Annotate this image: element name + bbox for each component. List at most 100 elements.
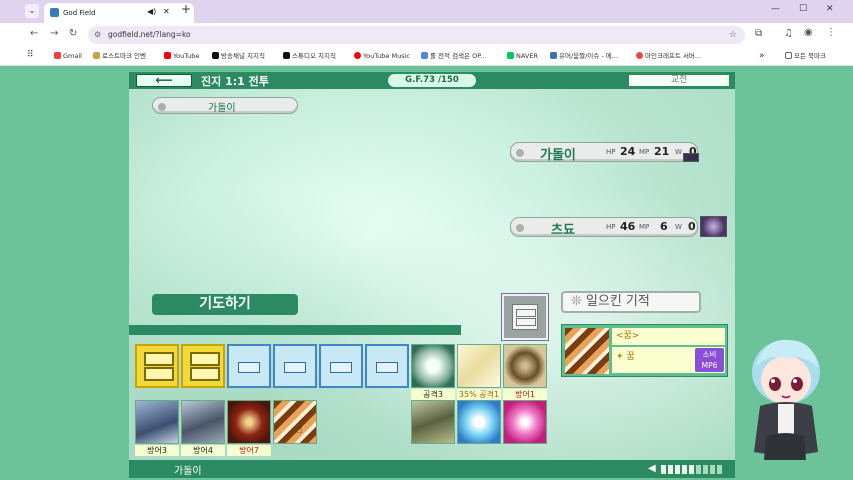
opponent-avatar-2 [700,216,727,237]
my-player-name: 가돌이 [208,103,236,114]
extensions-icon[interactable]: ⧉ [755,28,762,39]
hand-card-defense4[interactable] [181,400,225,444]
volume-bar-segment[interactable] [717,465,722,474]
back-arrow-button[interactable]: ⟵ [136,74,192,87]
minimize-button[interactable]: — [771,4,780,14]
bookmark-chzzk-studio[interactable]: 스튜디오 치지직 [283,51,336,61]
all-bookmarks-folder[interactable]: 모든 북마크 [785,51,826,61]
opponent-name: 츠됴 [551,223,575,238]
bookmark-label: YouTube [173,52,200,60]
volume-bar-segment[interactable] [668,465,673,474]
my-player-pill: 가돌이 [152,97,298,114]
site-info-icon[interactable]: ⚙ [94,26,101,44]
hand-card-defense7[interactable] [227,400,271,444]
hp-label: HP [606,223,616,231]
volume-bar-segment[interactable] [689,465,694,474]
hand-slot-empty[interactable] [227,344,271,388]
more-bookmarks-icon[interactable]: » [759,51,765,61]
card-type-icon: ✦ [616,352,627,362]
hp-value: 24 [620,145,636,158]
profile-avatar[interactable]: ◉ [804,27,813,38]
mp-cost-badge: 소비 MP6 [695,348,724,372]
hand-card-miracle-3[interactable] [503,400,547,444]
volume-bar-segment[interactable] [661,465,666,474]
hand-card-attack3[interactable] [411,344,455,388]
hand-slot-empty[interactable] [273,344,317,388]
cursor-hand-icon: ☝ [296,423,303,436]
deck-icon [512,304,538,330]
bookmark-label: 마인크래프트 서버... [645,52,702,60]
bookmark-label: 방송채널 치지직 [221,52,265,60]
new-tab-button[interactable]: + [181,2,191,16]
mp-label: MP [639,148,650,156]
volume-bar-segment[interactable] [696,465,701,474]
hand-card-2[interactable] [181,344,225,388]
close-window-button[interactable]: ✕ [826,4,834,14]
hand-slot-empty[interactable] [319,344,363,388]
bookmark-youtube-music[interactable]: YouTube Music [354,51,410,61]
hand-card-dream[interactable]: ☝ [273,400,317,444]
omnibox[interactable]: ⚙ godfield.net/?lang=ko ☆ [88,26,745,44]
volume-bar-segment[interactable] [703,465,708,474]
bookmark-naver[interactable]: NAVER [507,51,538,61]
opponent-name: 가돌이 [540,148,576,163]
media-icon[interactable]: ♫ [784,28,793,39]
hand-slot-empty[interactable] [365,344,409,388]
card-label: 공격3 [411,389,455,400]
cost-label: 소비 [702,350,717,359]
status-dot-icon [516,224,524,232]
bookmark-opgg[interactable]: 롤 전적 검색은 OP... [421,51,486,61]
volume-bar-segment[interactable] [710,465,715,474]
hand-card-miracle-2[interactable] [457,400,501,444]
bookmark-youtube[interactable]: YouTube [164,51,199,61]
card-label: 방어3 [135,445,179,456]
game-top-bar: ⟵ 진지 1:1 전투 G.F.73 /150 교전 [129,72,735,89]
apps-icon[interactable]: ⠿ [27,50,34,60]
bookmark-label: 로스트마크 인벤 [102,52,146,60]
card-label: 방어4 [181,445,225,456]
volume-bar-segment[interactable] [675,465,680,474]
hand-card-miracle-1[interactable] [411,400,455,444]
bookmark-lostark[interactable]: 로스트마크 인벤 [93,51,146,61]
mp-value: 21 [654,145,670,158]
sparkle-icon: ❊ [571,294,582,309]
miracle-label: 일으킨 기적 [585,294,650,309]
w-label: W [675,148,682,156]
selected-card-title: <꿈> [612,328,725,345]
bookmark-minecraft[interactable]: 마인크래프트 서버... [636,51,701,61]
bookmark-label: Gmail [63,52,82,60]
forward-icon[interactable]: → [50,28,58,39]
miracle-box: ❊ 일으킨 기적 [561,291,701,313]
trade-button[interactable]: 교전 [628,74,730,87]
opponent-pill-2[interactable]: 츠됴 HP 46 MP 6 W 0 [510,217,698,238]
address-bar-row: ← → ↻ ⚙ godfield.net/?lang=ko ☆ ⧉ ♫ ◉ ⋮ [0,23,853,46]
streamer-mascot-avatar [752,339,820,460]
bookmark-label: 모든 북마크 [794,52,826,60]
deck-button[interactable] [502,294,548,340]
hand-card-1[interactable] [135,344,179,388]
back-icon[interactable]: ← [30,28,38,39]
bookmarks-bar: ⠿ Gmail 로스트마크 인벤 YouTube 방송채널 치지직 스튜디오 치… [0,46,853,66]
tab-search-button[interactable]: ⌄ [25,4,39,18]
card-label: 방어1 [503,389,547,400]
bookmark-label: 유머/움짤/이슈 - 에... [559,52,618,60]
bookmark-chzzk-channel[interactable]: 방송채널 치지직 [212,51,265,61]
hand-card-defense3[interactable] [135,400,179,444]
status-dot-icon [516,149,524,157]
reload-icon[interactable]: ↻ [69,28,77,39]
menu-icon[interactable]: ⋮ [826,27,836,38]
opponent-pill-1[interactable]: 가돌이 HP 24 MP 21 W 0 [510,142,699,163]
close-tab-icon[interactable]: ✕ [163,3,170,21]
bookmark-star-icon[interactable]: ☆ [729,26,737,44]
maximize-button[interactable]: ☐ [799,4,807,14]
browser-tab[interactable]: God Field ◀) ✕ [44,3,194,23]
bookmark-gmail[interactable]: Gmail [54,51,82,61]
hand-card-defense1[interactable] [503,344,547,388]
audio-icon[interactable]: ◀) [147,3,156,21]
url-text: godfield.net/?lang=ko [108,30,191,39]
bookmark-fmkorea[interactable]: 유머/움짤/이슈 - 에... [550,51,618,61]
pray-button[interactable]: 기도하기 [152,294,298,315]
volume-bar-segment[interactable] [682,465,687,474]
hand-card-attack1[interactable] [457,344,501,388]
volume-icon[interactable]: ◀ [648,463,656,474]
